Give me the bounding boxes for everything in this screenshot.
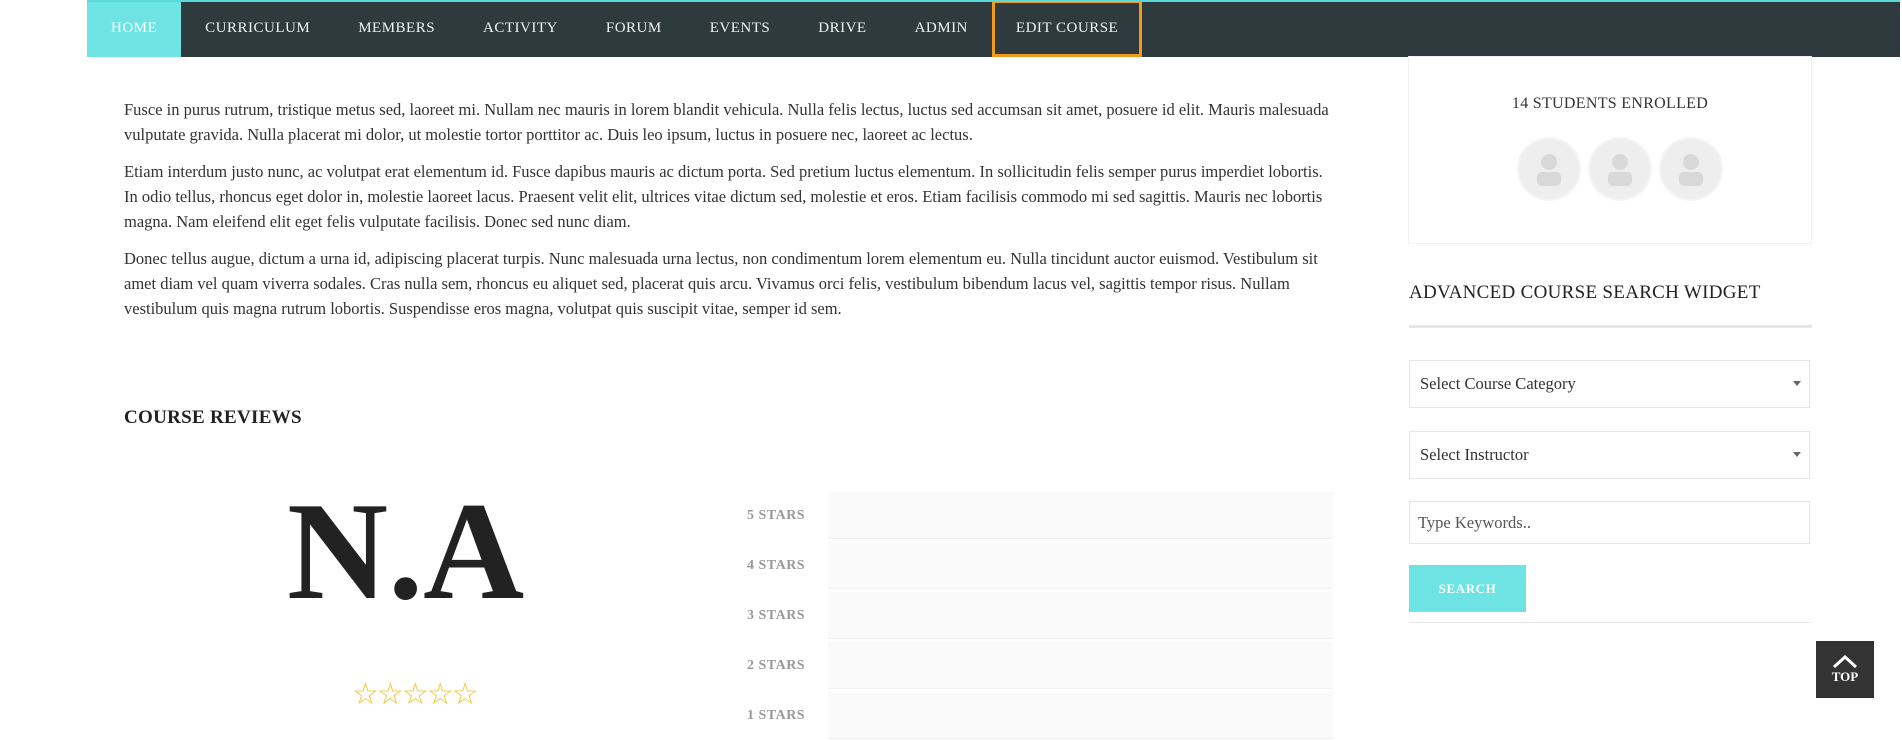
- student-avatars: [1517, 137, 1723, 201]
- keywords-input[interactable]: [1409, 501, 1810, 544]
- star-icon: ☆: [352, 678, 379, 711]
- students-enrolled-text: 14 STUDENTS ENROLLED: [1511, 95, 1709, 112]
- instructor-select-label: Select Instructor: [1420, 445, 1529, 464]
- nav-events[interactable]: EVENTS: [686, 0, 795, 57]
- nav-admin[interactable]: ADMIN: [891, 0, 992, 57]
- nav-drive[interactable]: DRIVE: [794, 0, 890, 57]
- nav-home[interactable]: HOME: [87, 0, 182, 57]
- course-reviews-title: COURSE REVIEWS: [124, 407, 302, 428]
- nav-edit-course[interactable]: EDIT COURSE: [991, 0, 1143, 57]
- scroll-to-top-label: TOP: [1831, 668, 1859, 684]
- rating-breakdown-track: [828, 492, 1333, 539]
- user-icon: [1679, 154, 1703, 186]
- rating-breakdown-row: 3 STARS: [747, 592, 1447, 640]
- instructor-select[interactable]: Select Instructor: [1409, 431, 1810, 479]
- nav-members[interactable]: MEMBERS: [334, 0, 459, 57]
- rating-breakdown-track: [828, 592, 1333, 639]
- rating-breakdown-row: 2 STARS: [747, 642, 1447, 690]
- rating-breakdown-label: 3 STARS: [747, 608, 806, 623]
- course-description-paragraph-3: Donec tellus augue, dictum a urna id, ad…: [124, 249, 1318, 318]
- chevron-up-icon: [1832, 654, 1858, 668]
- user-icon: [1537, 154, 1561, 186]
- scroll-to-top-button[interactable]: TOP: [1816, 641, 1874, 698]
- star-icon: ☆: [426, 678, 454, 711]
- widget-bottom-divider: [1409, 622, 1812, 623]
- user-icon: [1608, 154, 1632, 186]
- rating-breakdown-label: 4 STARS: [747, 558, 806, 573]
- average-rating: N.A: [287, 474, 525, 629]
- rating-breakdown-row: 5 STARS: [747, 492, 1447, 540]
- course-description-paragraph-1: Fusce in purus rutrum, tristique metus s…: [124, 100, 1329, 144]
- course-description-paragraph-2: Etiam interdum justo nunc, ac volutpat e…: [124, 162, 1323, 231]
- star-icon: ☆: [401, 678, 429, 711]
- star-icon: ☆: [376, 678, 404, 711]
- chevron-down-icon: [1793, 452, 1801, 457]
- rating-breakdown-track: [828, 692, 1333, 739]
- rating-breakdown-track: [828, 542, 1333, 589]
- course-category-select-label: Select Course Category: [1420, 374, 1576, 393]
- rating-breakdown-track: [828, 642, 1333, 689]
- avatar[interactable]: [1517, 137, 1581, 201]
- course-category-select[interactable]: Select Course Category: [1409, 360, 1810, 408]
- search-widget-title: ADVANCED COURSE SEARCH WIDGET: [1409, 282, 1761, 303]
- rating-breakdown-label: 5 STARS: [747, 508, 806, 523]
- nav-forum[interactable]: FORUM: [582, 0, 686, 57]
- course-nav-bar: HOME CURRICULUM MEMBERS ACTIVITY FORUM E…: [87, 0, 1900, 57]
- chevron-down-icon: [1793, 381, 1801, 386]
- star-icon: ☆: [451, 678, 479, 711]
- avatar[interactable]: [1659, 137, 1723, 201]
- main-content: Fusce in purus rutrum, tristique metus s…: [87, 57, 1370, 739]
- rating-breakdown-row: 4 STARS: [747, 542, 1447, 590]
- avatar[interactable]: [1588, 137, 1652, 201]
- nav-activity[interactable]: ACTIVITY: [459, 0, 582, 57]
- nav-curriculum[interactable]: CURRICULUM: [181, 0, 334, 57]
- rating-breakdown-label: 1 STARS: [747, 708, 806, 723]
- rating-breakdown-row: 1 STARS: [747, 692, 1447, 740]
- rating-stars: ☆☆☆☆☆: [352, 677, 479, 712]
- rating-breakdown-label: 2 STARS: [747, 658, 806, 673]
- widget-title-divider: [1409, 325, 1812, 328]
- students-enrolled-card: 14 STUDENTS ENROLLED: [1409, 57, 1811, 243]
- search-button[interactable]: SEARCH: [1409, 565, 1526, 612]
